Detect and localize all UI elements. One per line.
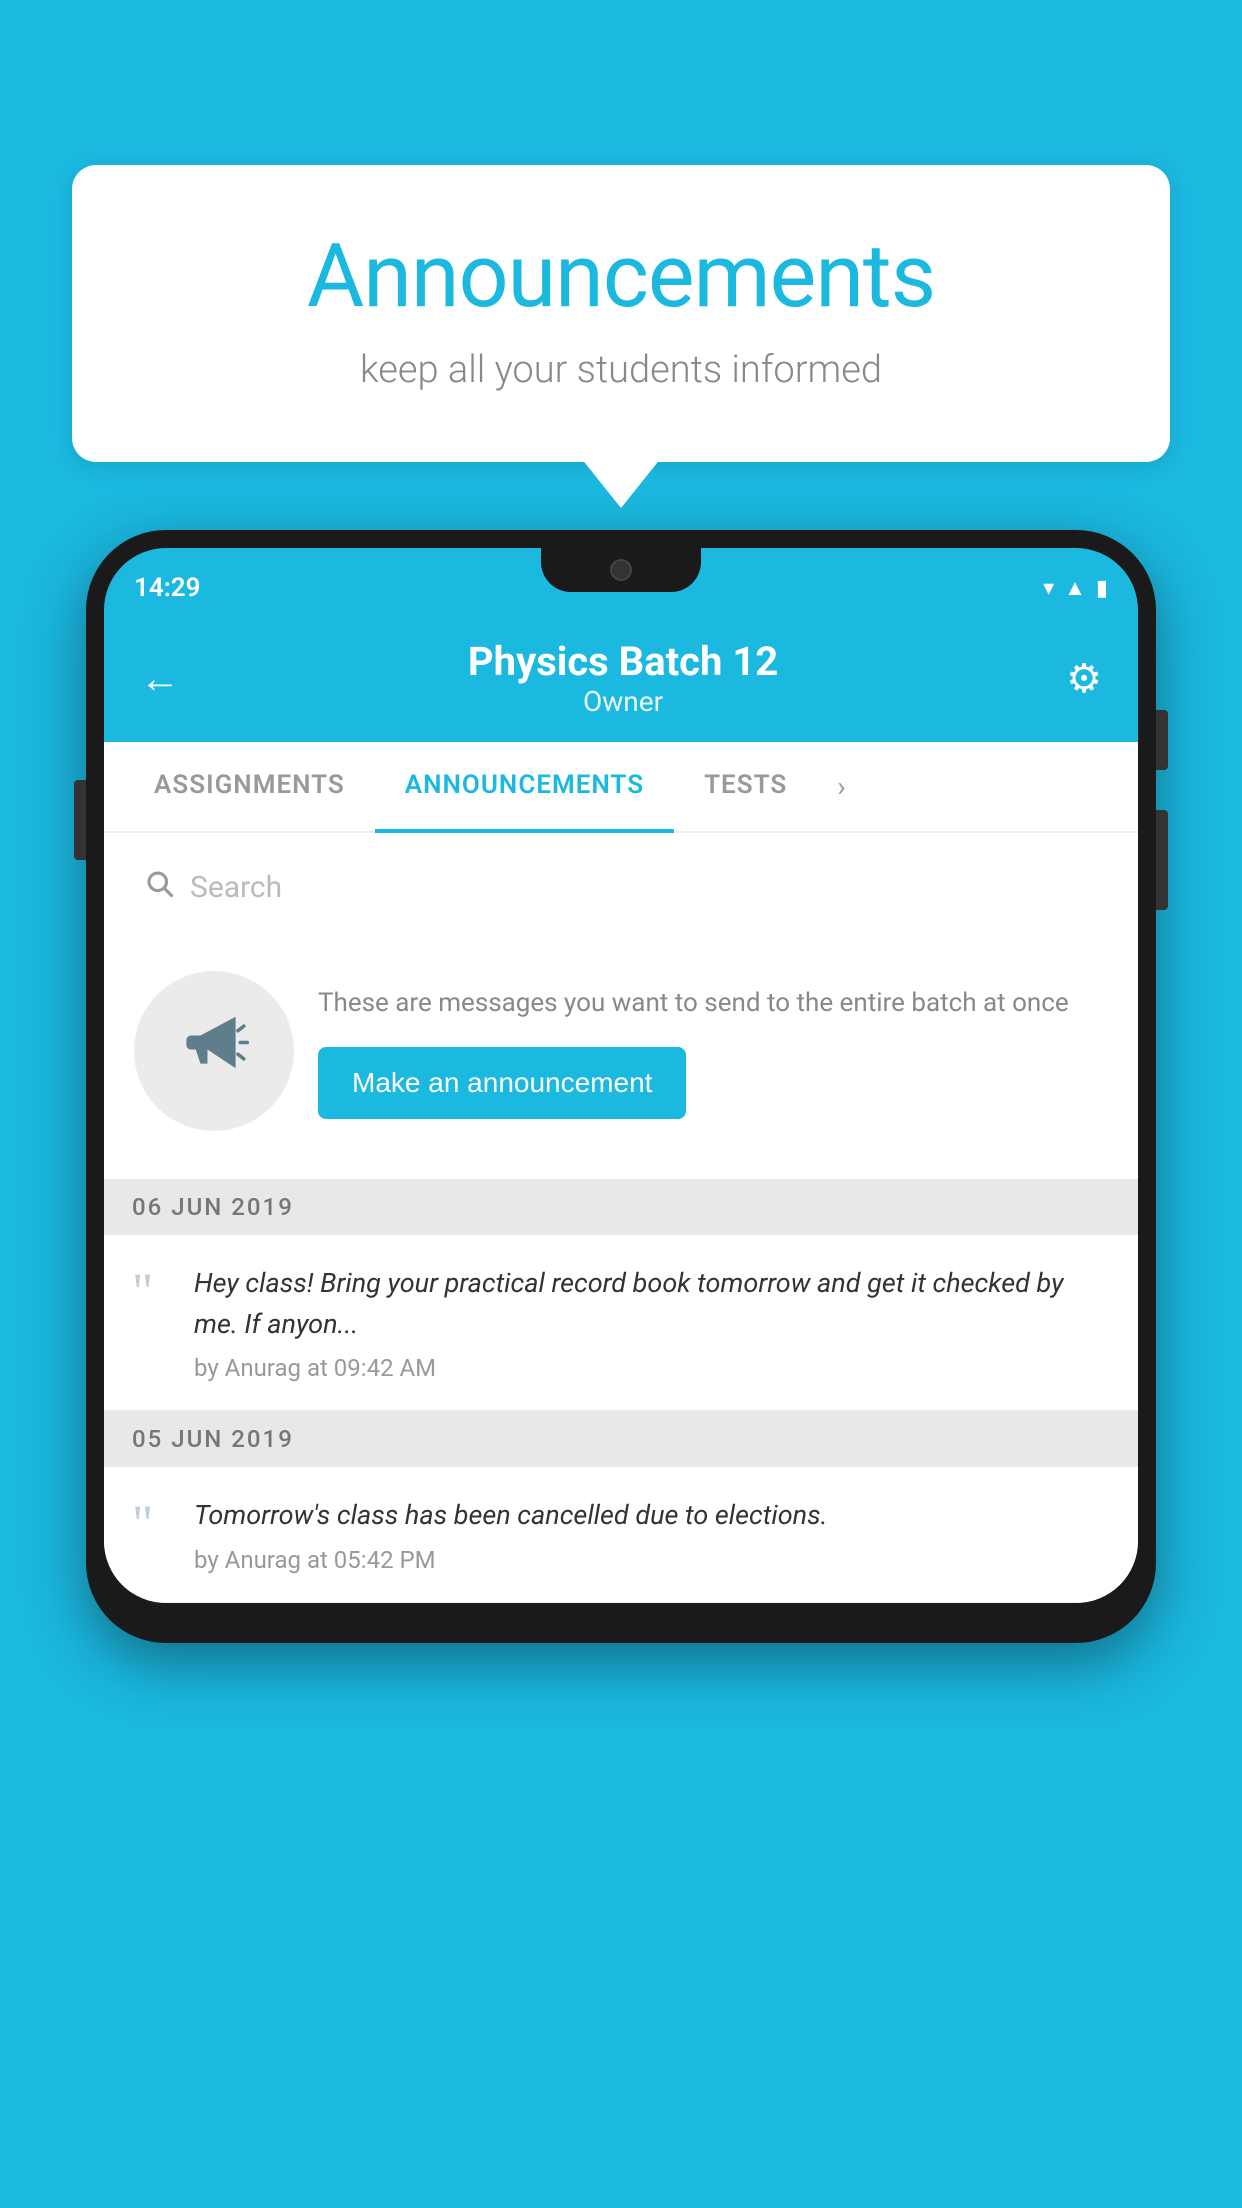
speech-bubble-card: Announcements keep all your students inf…	[72, 165, 1170, 462]
batch-name: Physics Batch 12	[468, 638, 778, 685]
app-header: ← Physics Batch 12 Owner ⚙	[104, 618, 1138, 742]
status-icons: ▾ ▲ ▮	[1043, 575, 1108, 601]
power-button-bot	[1156, 810, 1168, 910]
tab-bar: ASSIGNMENTS ANNOUNCEMENTS TESTS ›	[104, 742, 1138, 833]
batch-role: Owner	[468, 685, 778, 718]
camera	[610, 559, 632, 581]
date-divider-2: 05 JUN 2019	[104, 1411, 1138, 1467]
phone-mockup: 14:29 ▾ ▲ ▮ ← Physics Batch 12 Owner ⚙	[86, 530, 1156, 1643]
power-button-top	[1156, 710, 1168, 770]
promo-right: These are messages you want to send to t…	[318, 984, 1108, 1119]
status-time: 14:29	[134, 573, 201, 603]
battery-icon: ▮	[1096, 576, 1108, 601]
announcement-text-1: Hey class! Bring your practical record b…	[194, 1263, 1110, 1344]
tab-assignments[interactable]: ASSIGNMENTS	[124, 742, 375, 831]
bubble-title: Announcements	[152, 225, 1090, 328]
bubble-subtitle: keep all your students informed	[152, 348, 1090, 392]
date-divider-1: 06 JUN 2019	[104, 1179, 1138, 1235]
quote-icon-2: "	[132, 1499, 172, 1551]
announcement-text-2: Tomorrow's class has been cancelled due …	[194, 1495, 828, 1536]
announcement-meta-1: by Anurag at 09:42 AM	[194, 1354, 1110, 1382]
megaphone-icon	[177, 1005, 252, 1098]
announcement-content-1: Hey class! Bring your practical record b…	[194, 1263, 1110, 1382]
tab-more-icon[interactable]: ›	[817, 742, 865, 831]
promo-description: These are messages you want to send to t…	[318, 984, 1108, 1023]
speech-bubble-section: Announcements keep all your students inf…	[72, 165, 1170, 462]
announcement-item-1[interactable]: " Hey class! Bring your practical record…	[104, 1235, 1138, 1411]
tab-tests[interactable]: TESTS	[674, 742, 817, 831]
signal-icon: ▲	[1064, 575, 1086, 601]
search-bar[interactable]: Search	[120, 849, 1122, 925]
status-bar: 14:29 ▾ ▲ ▮	[104, 548, 1138, 618]
tab-announcements[interactable]: ANNOUNCEMENTS	[375, 742, 674, 831]
announcement-content-2: Tomorrow's class has been cancelled due …	[194, 1495, 828, 1574]
wifi-icon: ▾	[1043, 576, 1054, 601]
notch	[541, 548, 701, 592]
make-announcement-button[interactable]: Make an announcement	[318, 1047, 686, 1119]
search-placeholder: Search	[190, 870, 282, 905]
phone-body: 14:29 ▾ ▲ ▮ ← Physics Batch 12 Owner ⚙	[86, 530, 1156, 1643]
announcement-item-2[interactable]: " Tomorrow's class has been cancelled du…	[104, 1467, 1138, 1603]
back-button[interactable]: ←	[140, 655, 180, 702]
settings-button[interactable]: ⚙	[1066, 655, 1102, 702]
promo-card: These are messages you want to send to t…	[104, 941, 1138, 1167]
promo-icon-circle	[134, 971, 294, 1131]
header-center: Physics Batch 12 Owner	[468, 638, 778, 718]
announcement-meta-2: by Anurag at 05:42 PM	[194, 1546, 828, 1574]
phone-screen: ← Physics Batch 12 Owner ⚙ ASSIGNMENTS A…	[104, 618, 1138, 1603]
search-icon	[144, 867, 174, 907]
quote-icon-1: "	[132, 1267, 172, 1319]
volume-button	[74, 780, 86, 860]
